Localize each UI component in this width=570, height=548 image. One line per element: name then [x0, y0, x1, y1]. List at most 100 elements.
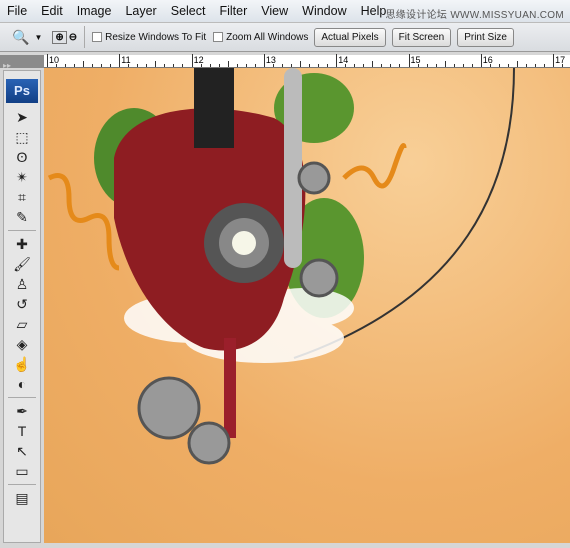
zoom-out-icon[interactable]: ⊖ [69, 32, 77, 43]
ruler-tick [553, 54, 555, 67]
ruler-tick [417, 64, 419, 67]
clone-stamp-tool-icon[interactable]: ♙ [4, 274, 40, 294]
ruler-tick [299, 61, 301, 67]
lasso-tool-icon[interactable]: ʘ [4, 147, 40, 167]
menu-layer[interactable]: Layer [118, 4, 163, 18]
menu-view[interactable]: View [254, 4, 295, 18]
healing-brush-tool-icon[interactable]: ✚ [4, 234, 40, 254]
ruler-tick [200, 64, 202, 67]
menu-image[interactable]: Image [70, 4, 119, 18]
ruler-tick [191, 54, 193, 67]
tool-preset-dropdown-icon[interactable]: ▼ [34, 33, 42, 42]
resize-windows-checkbox[interactable]: Resize Windows To Fit [92, 32, 206, 43]
marquee-tool-icon[interactable]: ⬚ [4, 127, 40, 147]
ruler-tick [363, 64, 365, 67]
ruler-tick [263, 54, 265, 67]
horizontal-ruler: 10 11 12 13 14 15 16 17 [44, 54, 570, 68]
ruler-label: 12 [193, 55, 204, 65]
ruler-tick [56, 64, 57, 67]
move-tool-icon[interactable]: ➤ [4, 107, 40, 127]
ruler-tick [92, 64, 93, 67]
ruler-tick [534, 64, 536, 67]
menu-filter[interactable]: Filter [212, 4, 254, 18]
ruler-tick [408, 54, 410, 67]
ruler-tick [471, 64, 473, 67]
brush-tool-icon[interactable]: 🖌 [4, 254, 40, 274]
ruler-tick [345, 64, 347, 67]
ruler-tick [317, 64, 319, 67]
ruler-tick [354, 64, 356, 67]
ruler-tick [462, 64, 464, 67]
hose [194, 68, 234, 148]
zoom-in-icon[interactable]: ⊕ [52, 30, 67, 44]
ruler-tick [209, 64, 211, 67]
ruler-label: 15 [410, 55, 421, 65]
ruler-tick [308, 64, 310, 67]
notes-tool-icon[interactable]: ▤ [4, 488, 40, 508]
ruler-tick [227, 61, 229, 67]
fit-screen-button[interactable]: Fit Screen [391, 27, 452, 47]
ruler-tick [218, 64, 220, 67]
eyedropper-tool-icon[interactable]: ✎ [4, 207, 40, 227]
options-divider [84, 26, 86, 48]
ruler-tick [562, 64, 564, 67]
shape-tool-icon[interactable]: ▭ [4, 461, 40, 481]
paint-bucket-tool-icon[interactable]: ◈ [4, 334, 40, 354]
eraser-tool-icon[interactable]: ▱ [4, 314, 40, 334]
smudge-tool-icon[interactable]: ☝ [4, 354, 40, 374]
options-bar: 🔍 ▼ ⊕ ⊖ Resize Windows To Fit Zoom All W… [0, 22, 570, 52]
ruler-tick [254, 64, 256, 67]
ruler-tick [336, 54, 338, 67]
ruler-tick [128, 64, 130, 67]
ruler-label: 13 [265, 55, 276, 65]
ruler-tick [47, 54, 48, 67]
pipe [284, 68, 302, 268]
ruler-tick [516, 61, 518, 67]
ruler-tick [326, 64, 328, 67]
ruler-tick [101, 64, 102, 67]
zoom-all-windows-checkbox[interactable]: Zoom All Windows [213, 32, 308, 43]
type-tool-icon[interactable]: T [4, 421, 40, 441]
ruler-tick [399, 64, 401, 67]
print-size-button[interactable]: Print Size [457, 27, 514, 47]
ruler-label: 16 [482, 55, 493, 65]
ruler-tick [507, 64, 509, 67]
ruler-tick [164, 64, 166, 67]
ruler-tick [480, 54, 482, 67]
ruler-tick [444, 61, 446, 67]
panel-collapse-handle[interactable]: ▸▸ [0, 55, 44, 70]
ruler-tick [146, 64, 148, 67]
menu-file[interactable]: File [0, 4, 34, 18]
ruler-tick [74, 64, 75, 67]
menu-window[interactable]: Window [295, 4, 353, 18]
menu-select[interactable]: Select [164, 4, 213, 18]
ruler-tick [426, 64, 428, 67]
ruler-label: 17 [555, 55, 566, 65]
ruler-tick [543, 64, 545, 67]
ruler-tick [137, 64, 139, 67]
ruler-tick [65, 64, 66, 67]
ruler-tick [236, 64, 238, 67]
document-canvas[interactable] [44, 67, 570, 543]
watermark: 思缘设计论坛 WWW.MISSYUAN.COM [385, 10, 564, 21]
ruler-tick [281, 64, 283, 67]
actual-pixels-button[interactable]: Actual Pixels [314, 27, 386, 47]
ruler-tick [173, 64, 175, 67]
path-selection-tool-icon[interactable]: ↖ [4, 441, 40, 461]
pen-tool-icon[interactable]: ✒ [4, 401, 40, 421]
magic-wand-tool-icon[interactable]: ✴ [4, 167, 40, 187]
artwork [47, 67, 515, 465]
history-brush-tool-icon[interactable]: ↺ [4, 294, 40, 314]
ruler-tick [182, 64, 184, 67]
dodge-tool-icon[interactable]: ◐ [4, 374, 40, 394]
ruler-tick [372, 61, 374, 67]
lens [204, 203, 284, 283]
tools-panel: Ps ➤ ⬚ ʘ ✴ ⌗ ✎ ✚ 🖌 ♙ ↺ ▱ ◈ ☝ ◐ ✒ T ↖ ▭ ▤ [3, 70, 41, 543]
crop-tool-icon[interactable]: ⌗ [4, 187, 40, 207]
ruler-tick [381, 64, 383, 67]
ruler-tick [453, 64, 455, 67]
ruler-tick [110, 64, 111, 67]
zoom-tool-icon[interactable]: 🔍 [12, 29, 29, 46]
menu-edit[interactable]: Edit [34, 4, 70, 18]
drip [224, 338, 236, 438]
